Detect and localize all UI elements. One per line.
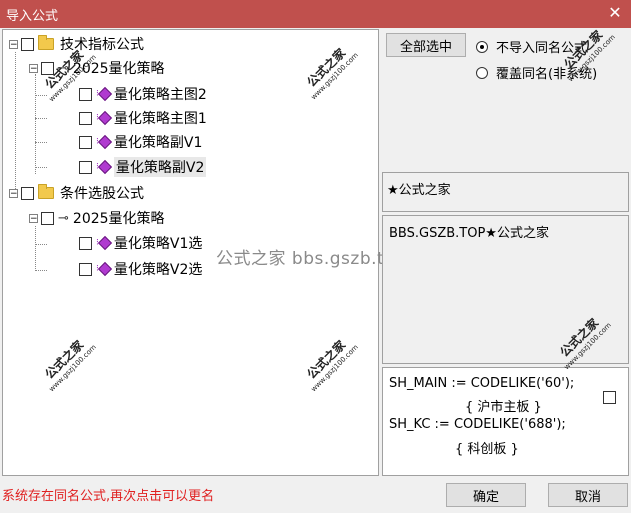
key-icon: ⊸ (58, 210, 69, 226)
checkbox[interactable] (21, 186, 34, 200)
tree-leaf[interactable]: ⁝ 量化策略V2选 (79, 258, 202, 280)
checkbox[interactable] (79, 262, 92, 276)
checkbox[interactable] (41, 211, 54, 225)
ok-button[interactable]: 确定 (446, 483, 526, 507)
folder-icon (38, 184, 54, 199)
tree-leaf[interactable]: ⁝ 量化策略V1选 (79, 232, 202, 254)
collapse-icon[interactable]: − (9, 39, 18, 49)
collapse-icon[interactable]: − (9, 188, 18, 198)
tree-leaf[interactable]: ⁝ 量化策略主图2 (79, 83, 207, 105)
checkbox[interactable] (79, 111, 92, 125)
formula-name-box: ★公式之家 (382, 172, 629, 212)
watermark-center: 公式之家 bbs.gszb.top (216, 249, 407, 269)
key-icon: ⊸ (58, 60, 69, 76)
tree-node-stock-selection[interactable]: − 条件选股公式 (9, 182, 144, 204)
window-title: 导入公式 (6, 8, 59, 24)
formula-icon: ⁝ (96, 235, 112, 251)
formula-icon: ⁝ (96, 110, 112, 126)
tree-node-tech-indicators[interactable]: − 技术指标公式 (9, 33, 144, 55)
formula-icon: ⁝ (96, 86, 112, 102)
checkbox[interactable] (21, 37, 34, 51)
formula-icon: ⁝ (96, 159, 112, 175)
tree-node-strategy-2[interactable]: − ⊸ 2025量化策略 (29, 207, 165, 229)
watermark-stamp: 公式之家 www.gszj100.com (304, 337, 360, 394)
cancel-button[interactable]: 取消 (548, 483, 628, 507)
checkbox[interactable] (79, 87, 92, 101)
checkbox[interactable] (79, 160, 92, 174)
formula-icon: ⁝ (96, 134, 112, 150)
watermark-stamp: 公式之家 www.gszj100.com (304, 45, 360, 102)
checkbox[interactable] (603, 391, 616, 404)
watermark-stamp: 公式之家 www.gszj100.com (42, 337, 98, 394)
title-bar: 导入公式 ✕ (0, 0, 631, 28)
checkbox[interactable] (41, 61, 54, 75)
formula-icon: ⁝ (96, 261, 112, 277)
tree-leaf[interactable]: ⁝ 量化策略副V1 (79, 131, 202, 153)
collapse-icon[interactable]: − (29, 63, 38, 73)
status-message: 系统存在同名公式,再次点击可以更名 (2, 489, 215, 504)
select-all-button[interactable]: 全部选中 (386, 33, 466, 57)
checkbox[interactable] (79, 135, 92, 149)
radio-overwrite-duplicates[interactable]: 覆盖同名(非系统) (476, 63, 597, 82)
radio-skip-duplicates[interactable]: 不导入同名公式 (476, 37, 587, 56)
tree-leaf[interactable]: ⁝ 量化策略主图1 (79, 107, 207, 129)
collapse-icon[interactable]: − (29, 213, 38, 223)
folder-icon (38, 35, 54, 50)
formula-code-box[interactable]: SH_MAIN := CODELIKE('60'); { 沪市主板 } SH_K… (382, 367, 629, 476)
tree-node-strategy-1[interactable]: − ⊸ 2025量化策略 (29, 57, 165, 79)
checkbox[interactable] (79, 236, 92, 250)
tree-leaf[interactable]: ⁝ 量化策略副V2 (79, 156, 207, 178)
radio-icon[interactable] (476, 66, 488, 79)
radio-icon[interactable] (476, 40, 488, 53)
formula-description-box[interactable]: BBS.GSZB.TOP★公式之家 (382, 215, 629, 364)
close-icon[interactable]: ✕ (605, 3, 625, 23)
